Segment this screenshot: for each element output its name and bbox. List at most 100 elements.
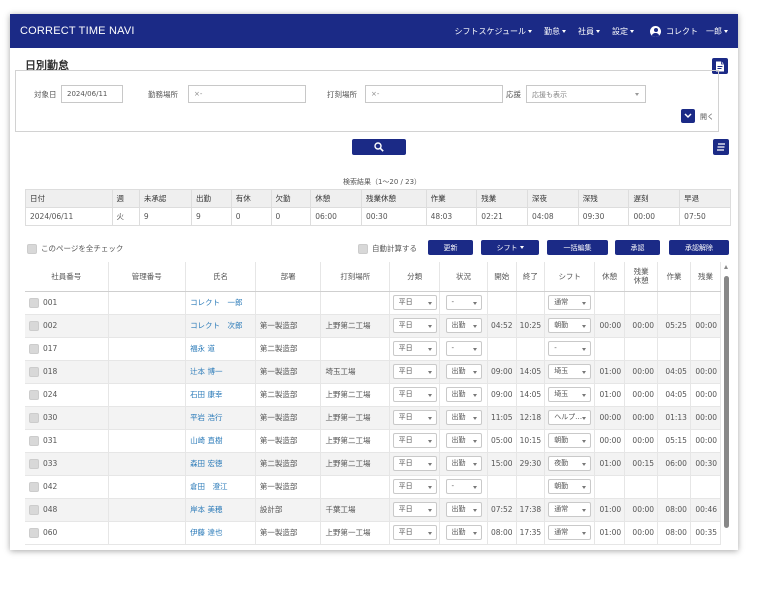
list-view-button[interactable] — [713, 139, 729, 155]
employee-name-link[interactable]: 伊藤 達也 — [185, 521, 256, 545]
work-time-cell: 08:00 — [657, 521, 691, 545]
table-row[interactable]: 048 岸本 美穂 設計部 千葉工場 平日 出勤 07:52 17:38 通常 01:00 00:0… — [25, 498, 722, 522]
status-select[interactable]: 出勤 — [445, 502, 482, 517]
employee-name-link[interactable]: 福永 道 — [185, 337, 256, 361]
nav-employees[interactable]: 社員 — [578, 26, 600, 37]
category-select[interactable]: 平日 — [392, 295, 437, 310]
category-select[interactable]: 平日 — [392, 318, 437, 333]
table-row[interactable]: 060 伊藤 達也 第一製造部 上野第一工場 平日 出勤 08:00 17:35 通常 01:00… — [25, 521, 722, 545]
row-checkbox[interactable] — [29, 458, 39, 469]
shift-select[interactable]: 夜勤 — [548, 456, 592, 471]
row-checkbox[interactable] — [29, 527, 39, 538]
category-select[interactable]: 平日 — [392, 479, 437, 494]
category-select[interactable]: 平日 — [392, 502, 437, 517]
approve-button[interactable]: 承認 — [615, 240, 660, 255]
table-row[interactable]: 024 石田 康幸 第二製造部 上野第二工場 平日 出勤 09:00 14:05 埼玉 01:00… — [25, 383, 722, 407]
row-checkbox[interactable] — [29, 366, 39, 377]
table-row[interactable]: 018 辻本 博一 第一製造部 埼玉工場 平日 出勤 09:00 14:05 埼玉 01:00 00… — [25, 360, 722, 384]
grid-header-cell: 残業 — [690, 262, 722, 292]
status-select[interactable]: 出勤 — [445, 318, 482, 333]
table-row[interactable]: 031 山崎 直樹 第一製造部 上野第二工場 平日 出勤 05:00 10:15 朝勤 00:00… — [25, 429, 722, 453]
table-row[interactable]: 033 森田 宏徳 第二製造部 上野第二工場 平日 出勤 15:00 29:30 夜勤 01:00… — [25, 452, 722, 476]
unapprove-button[interactable]: 承認解除 — [669, 240, 729, 255]
caret-down-icon — [582, 348, 587, 351]
nav-shift-schedule[interactable]: シフトスケジュール — [455, 26, 532, 37]
expand-toggle-label[interactable]: 開く — [700, 112, 714, 122]
employee-name-link[interactable]: コレクト 次郎 — [185, 314, 256, 338]
row-checkbox[interactable] — [29, 412, 39, 423]
category-select[interactable]: 平日 — [392, 410, 437, 425]
nav-attendance[interactable]: 勤怠 — [544, 26, 566, 37]
employee-name-link[interactable]: 石田 康幸 — [185, 383, 256, 407]
shift-select[interactable]: 朝勤 — [548, 433, 592, 448]
status-select[interactable]: 出勤 — [445, 433, 482, 448]
auto-calc-checkbox[interactable] — [358, 243, 368, 254]
status-cell: 出勤 — [439, 406, 488, 430]
table-row[interactable]: 017 福永 道第二製造部 平日 - - — [25, 337, 722, 361]
shift-menu-button[interactable]: シフト — [481, 240, 539, 255]
row-checkbox[interactable] — [29, 481, 39, 492]
employee-name-link[interactable]: 山崎 直樹 — [185, 429, 256, 453]
row-checkbox[interactable] — [29, 343, 39, 354]
status-select[interactable]: 出勤 — [445, 525, 482, 540]
summary-cell: 00:30 — [360, 207, 427, 226]
status-select[interactable]: - — [445, 341, 482, 356]
shift-select[interactable]: 埼玉 — [548, 364, 592, 379]
status-select[interactable]: 出勤 — [445, 410, 482, 425]
support-select[interactable]: 応援も表示 — [526, 85, 646, 103]
brand-logo[interactable]: CORRECT TIME NAVI — [20, 25, 135, 37]
employee-name-link[interactable]: 平岩 浩行 — [185, 406, 256, 430]
shift-select[interactable]: 通常 — [548, 525, 592, 540]
employee-name-link[interactable]: 森田 宏徳 — [185, 452, 256, 476]
table-row[interactable]: 030 平岩 浩行 第一製造部 上野第一工場 平日 出勤 11:05 12:18 ヘルプ… 00:… — [25, 406, 722, 430]
nav-settings[interactable]: 設定 — [612, 26, 634, 37]
table-row[interactable]: 002 コレクト 次郎 第一製造部 上野第二工場 平日 出勤 04:52 10:25 朝勤 00:… — [25, 314, 722, 338]
employee-name-link[interactable]: 辻本 博一 — [185, 360, 256, 384]
status-select[interactable]: - — [445, 295, 482, 310]
employee-name-link[interactable]: コレクト 一郎 — [185, 291, 256, 315]
employee-name-link[interactable]: 岸本 美穂 — [185, 498, 256, 522]
auto-calc-control[interactable]: 自動計算する — [358, 243, 417, 254]
status-select[interactable]: 出勤 — [445, 364, 482, 379]
caret-down-icon — [472, 440, 477, 443]
update-button[interactable]: 更新 — [428, 240, 473, 255]
row-checkbox[interactable] — [29, 389, 39, 400]
stamp-place-select[interactable]: ×- — [365, 85, 503, 103]
table-row[interactable]: 042 倉田 澄江 第一製造部 平日 - 朝勤 — [25, 475, 722, 499]
check-all-checkbox[interactable] — [27, 243, 37, 254]
status-select[interactable]: - — [445, 479, 482, 494]
status-select[interactable]: 出勤 — [445, 387, 482, 402]
bulk-edit-button[interactable]: 一括編集 — [547, 240, 608, 255]
caret-down-icon — [528, 29, 532, 33]
workplace-select[interactable]: ×- — [188, 85, 306, 103]
search-button[interactable] — [352, 139, 406, 155]
expand-toggle-button[interactable] — [681, 109, 695, 123]
category-select[interactable]: 平日 — [392, 433, 437, 448]
shift-select[interactable]: ヘルプ… — [548, 410, 592, 425]
row-checkbox[interactable] — [29, 297, 39, 308]
vertical-scrollbar[interactable] — [723, 262, 730, 550]
category-select[interactable]: 平日 — [392, 364, 437, 379]
table-row[interactable]: 001 コレクト 一郎 平日 - 通常 — [25, 291, 722, 315]
row-checkbox[interactable] — [29, 504, 39, 515]
shift-select[interactable]: 朝勤 — [548, 479, 592, 494]
grid-header-cell: 休憩 — [594, 262, 626, 292]
check-all-control[interactable]: このページを全チェック — [27, 243, 123, 254]
scroll-thumb[interactable] — [724, 276, 729, 528]
shift-select[interactable]: 通常 — [548, 295, 592, 310]
user-menu[interactable]: コレクト 一郎 — [650, 25, 728, 37]
shift-select[interactable]: 通常 — [548, 502, 592, 517]
employee-name-link[interactable]: 倉田 澄江 — [185, 475, 256, 499]
shift-select[interactable]: 埼玉 — [548, 387, 592, 402]
status-select[interactable]: 出勤 — [445, 456, 482, 471]
shift-select[interactable]: - — [548, 341, 592, 356]
row-checkbox[interactable] — [29, 320, 39, 331]
category-select[interactable]: 平日 — [392, 387, 437, 402]
date-input[interactable]: 2024/06/11 — [61, 85, 123, 103]
row-checkbox[interactable] — [29, 435, 39, 446]
shift-select[interactable]: 朝勤 — [548, 318, 592, 333]
category-select[interactable]: 平日 — [392, 341, 437, 356]
scroll-up-icon[interactable] — [724, 265, 728, 269]
category-select[interactable]: 平日 — [392, 525, 437, 540]
category-select[interactable]: 平日 — [392, 456, 437, 471]
